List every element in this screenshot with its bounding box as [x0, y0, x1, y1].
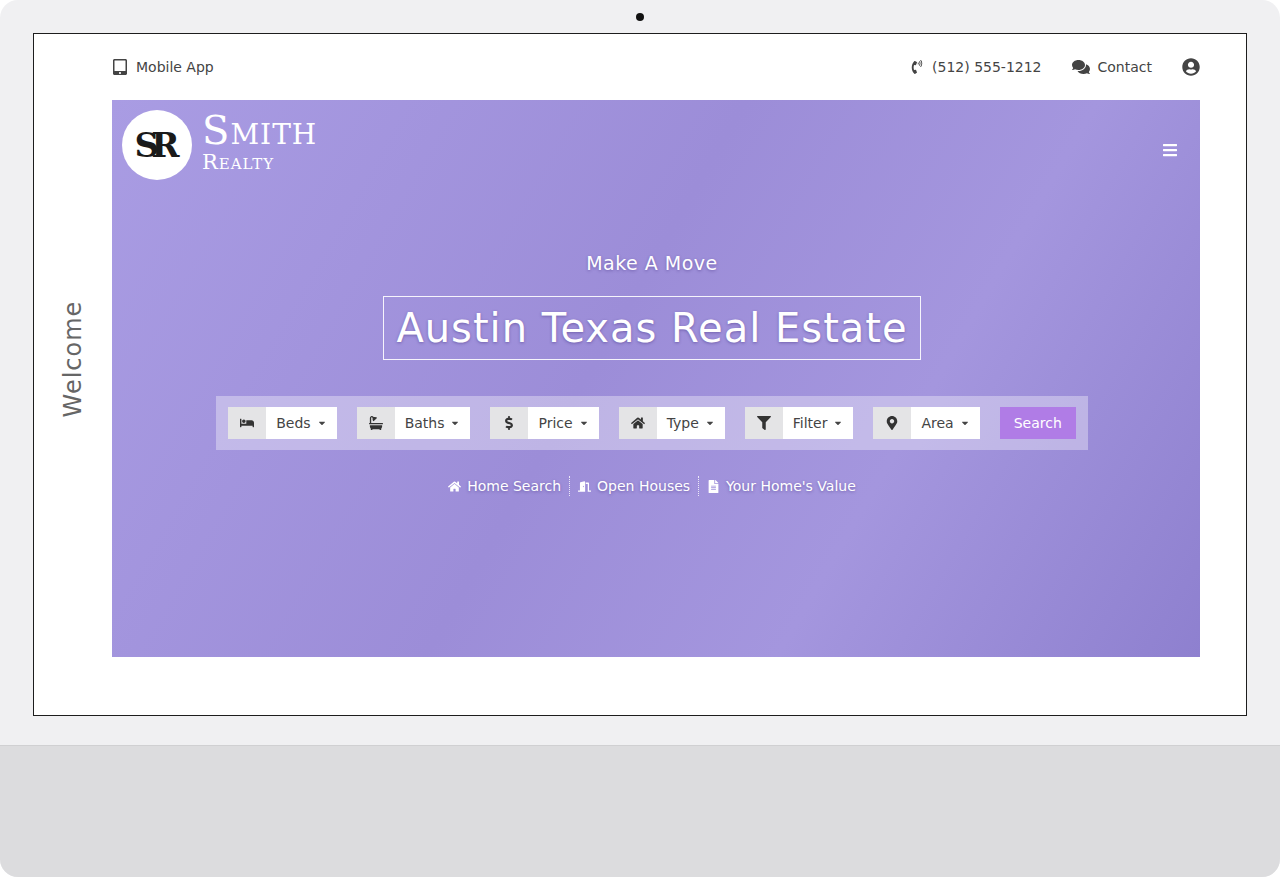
- account-link[interactable]: [1182, 58, 1200, 76]
- tablet-icon: [112, 59, 128, 75]
- funnel-icon: [757, 416, 771, 430]
- filter-select[interactable]: Filter: [783, 407, 854, 439]
- device-frame: Mobile App (512) 555-1212 Contact Welcome SR…: [0, 0, 1280, 877]
- filter-dropdown[interactable]: Beds: [228, 407, 336, 439]
- door-icon: [578, 480, 591, 493]
- quick-link[interactable]: Open Houses: [569, 476, 698, 496]
- search-bar: Beds Baths Price Type Filter Area Search: [216, 396, 1088, 450]
- logo-badge: SR: [122, 110, 192, 180]
- search-button[interactable]: Search: [1000, 407, 1076, 439]
- caret-down-icon: [960, 418, 970, 428]
- document-icon: [707, 480, 720, 493]
- hero-kicker: Make A Move: [586, 252, 718, 274]
- filter-dropdown[interactable]: Baths: [357, 407, 471, 439]
- filter-select[interactable]: Price: [528, 407, 598, 439]
- filter-select[interactable]: Type: [657, 407, 725, 439]
- menu-button[interactable]: [1158, 138, 1182, 162]
- top-bar: Mobile App (512) 555-1212 Contact: [34, 34, 1200, 100]
- logo-name: SMITH: [202, 110, 317, 150]
- contact-link[interactable]: Contact: [1072, 58, 1152, 76]
- user-icon: [1182, 58, 1200, 76]
- bath-icon: [369, 416, 383, 430]
- caret-down-icon: [317, 418, 327, 428]
- logo-subtitle: REALTY: [202, 152, 317, 173]
- caret-down-icon: [450, 418, 460, 428]
- hero: SRSMITHREALTY Make A Move Austin Texas Rea…: [112, 100, 1200, 657]
- quick-link[interactable]: Home Search: [440, 476, 569, 496]
- chat-icon: [1072, 58, 1090, 76]
- bed-icon: [240, 416, 254, 430]
- filter-dropdown[interactable]: Price: [490, 407, 598, 439]
- dollar-icon: [502, 416, 516, 430]
- filter-dropdown[interactable]: Area: [873, 407, 979, 439]
- hero-title: Austin Texas Real Estate: [383, 296, 920, 360]
- hamburger-icon: [1162, 142, 1178, 158]
- house-icon: [631, 416, 645, 430]
- quick-link[interactable]: Your Home's Value: [698, 476, 864, 496]
- filter-dropdown[interactable]: Filter: [745, 407, 854, 439]
- quick-links: Home SearchOpen HousesYour Home's Value: [440, 476, 864, 496]
- logo[interactable]: SRSMITHREALTY: [122, 110, 317, 180]
- camera-dot: [636, 13, 644, 21]
- top-bezel: [0, 0, 1280, 33]
- caret-down-icon: [833, 418, 843, 428]
- screen: Mobile App (512) 555-1212 Contact Welcome SR…: [33, 33, 1247, 716]
- caret-down-icon: [705, 418, 715, 428]
- phone-link[interactable]: (512) 555-1212: [910, 59, 1042, 75]
- device-chin: [0, 745, 1280, 877]
- phone-icon: [910, 60, 924, 74]
- filter-select[interactable]: Area: [911, 407, 979, 439]
- filter-dropdown[interactable]: Type: [619, 407, 725, 439]
- map-pin-icon: [885, 416, 899, 430]
- mobile-app-link[interactable]: Mobile App: [112, 59, 214, 75]
- house-icon: [448, 480, 461, 493]
- filter-select[interactable]: Baths: [395, 407, 471, 439]
- caret-down-icon: [579, 418, 589, 428]
- side-label: Welcome: [59, 300, 87, 417]
- filter-select[interactable]: Beds: [266, 407, 336, 439]
